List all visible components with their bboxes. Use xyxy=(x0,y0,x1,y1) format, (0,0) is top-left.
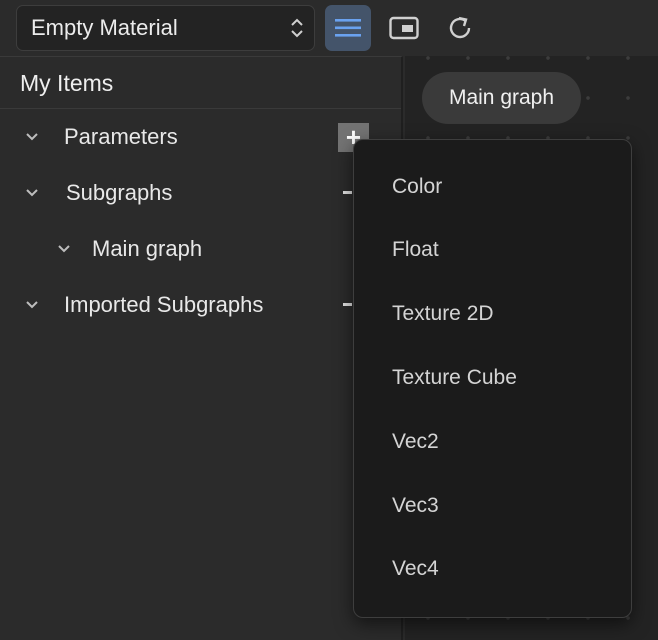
panel-title: My Items xyxy=(0,57,401,109)
main-graph-tab[interactable]: Main graph xyxy=(422,72,581,124)
menu-item-vec4[interactable]: Vec4 xyxy=(354,544,631,594)
refresh-icon xyxy=(449,16,471,39)
tab-label: Main graph xyxy=(448,86,555,109)
remove-imported-subgraph-icon[interactable] xyxy=(343,303,352,306)
menu-item-texture-2d[interactable]: Texture 2D xyxy=(354,289,631,339)
toolbar: Empty Material xyxy=(0,0,658,56)
tree-item-label: Subgraphs xyxy=(66,180,173,205)
tree-item-main-graph[interactable]: Main graph xyxy=(0,229,400,269)
tree-item-label: Parameters xyxy=(64,124,178,149)
chevron-down-icon[interactable] xyxy=(25,300,39,310)
tree-item-label: Imported Subgraphs xyxy=(64,292,264,317)
tree-item-subgraphs[interactable]: Subgraphs xyxy=(0,173,400,213)
menu-item-float[interactable]: Float xyxy=(354,225,631,275)
menu-item-vec3[interactable]: Vec3 xyxy=(354,481,631,531)
menu-item-color[interactable]: Color xyxy=(354,162,631,212)
add-parameter-menu: Color Float Texture 2D Texture Cube Vec2… xyxy=(353,139,632,618)
material-select-value: Empty Material xyxy=(31,15,178,40)
tree-item-imported-subgraphs[interactable]: Imported Subgraphs xyxy=(0,285,400,325)
chevron-down-icon[interactable] xyxy=(57,244,71,254)
remove-subgraph-icon[interactable] xyxy=(343,191,352,194)
updown-chevron-icon xyxy=(291,18,303,38)
chevron-down-icon[interactable] xyxy=(25,132,39,142)
menu-item-vec2[interactable]: Vec2 xyxy=(354,417,631,467)
list-view-button[interactable] xyxy=(325,5,371,51)
frame-icon xyxy=(389,16,419,40)
menu-item-texture-cube[interactable]: Texture Cube xyxy=(354,353,631,403)
tree-item-label: Main graph xyxy=(92,236,203,261)
list-view-icon xyxy=(335,19,361,37)
refresh-button[interactable] xyxy=(437,5,483,51)
material-select[interactable]: Empty Material xyxy=(16,5,315,51)
chevron-down-icon[interactable] xyxy=(25,188,39,198)
frame-button[interactable] xyxy=(381,5,427,51)
